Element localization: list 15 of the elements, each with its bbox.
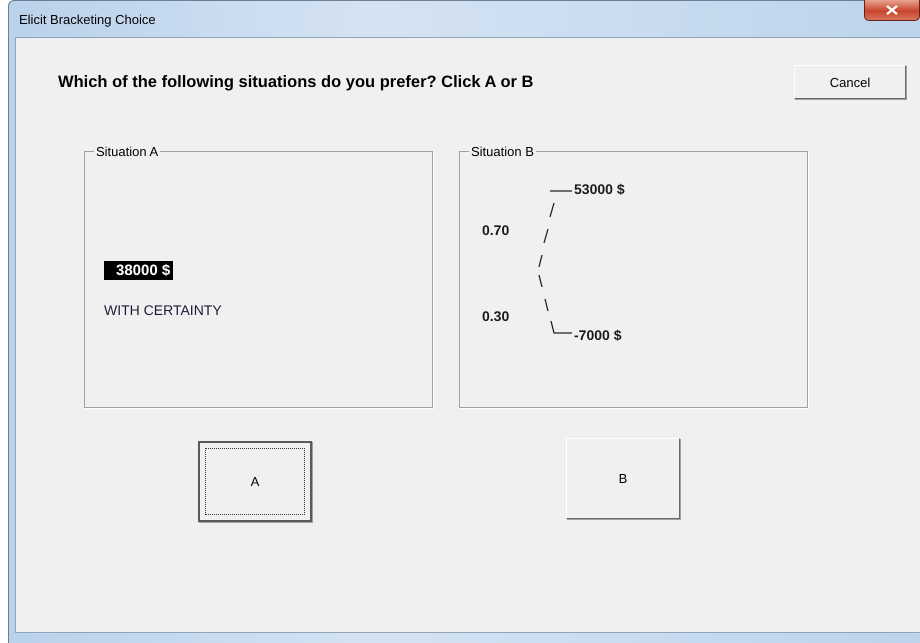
close-icon [886, 5, 898, 15]
group-title: Situation B [469, 144, 536, 159]
probability-text: 0.70 [482, 222, 510, 238]
probability-text: 0.30 [482, 308, 510, 324]
certainty-text: WITH CERTAINTY [104, 302, 222, 318]
group-title: Situation A [94, 144, 160, 159]
question-text: Which of the following situations do you prefer? Click A or B [58, 73, 534, 92]
close-button[interactable] [864, 0, 920, 21]
cancel-button[interactable]: Cancel [794, 65, 906, 99]
outcome-amount-text: -7000 $ [574, 327, 622, 343]
outcome-amount-text: 53000 $ [574, 181, 625, 197]
window-title: Elicit Bracketing Choice [19, 12, 156, 27]
choice-button[interactable]: A [198, 441, 312, 522]
choice-button[interactable]: B [566, 438, 680, 519]
amount-text: 38000 $ [104, 261, 174, 280]
